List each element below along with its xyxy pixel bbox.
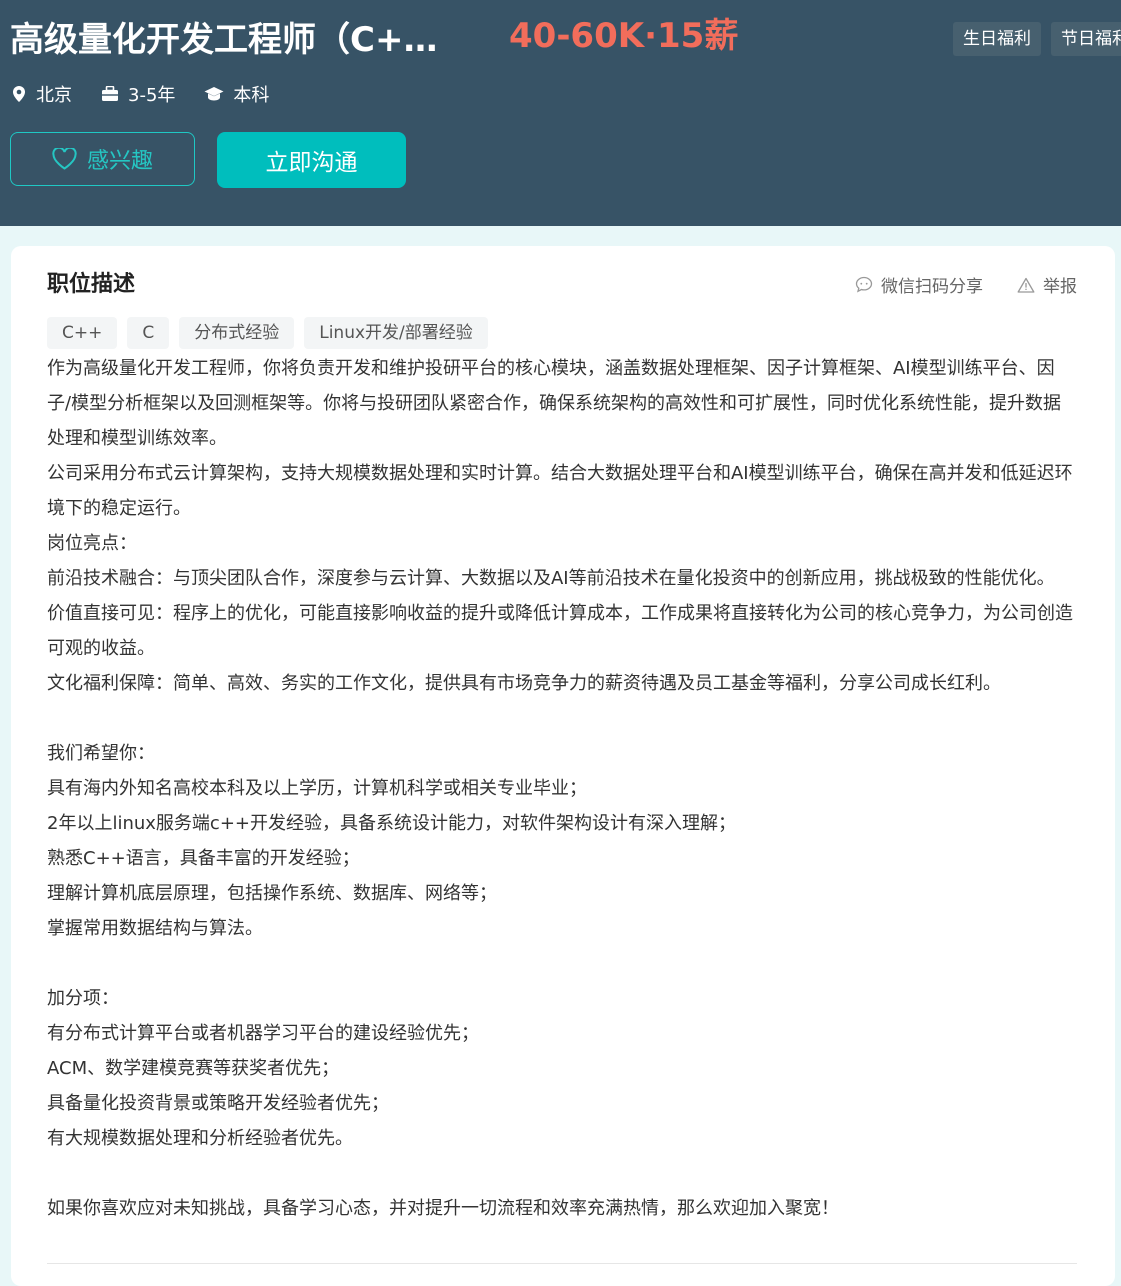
job-header: 高级量化开发工程师（C++方向） 40-60K·15薪 生日福利 节日福利 北京… <box>0 0 1121 226</box>
desc-paragraph: 掌握常用数据结构与算法。 <box>47 918 263 939</box>
card-actions: 微信扫码分享 举报 <box>855 272 1077 297</box>
meta-city-text: 北京 <box>36 85 72 106</box>
desc-paragraph: 公司采用分布式云计算架构，支持大规模数据处理和实时计算。结合大数据处理平台和AI… <box>47 463 1073 519</box>
desc-paragraph: 有大规模数据处理和分析经验者优先。 <box>47 1128 353 1149</box>
heart-icon <box>52 148 77 170</box>
skill-tag: C <box>127 317 170 349</box>
graduation-cap-icon <box>204 87 224 101</box>
job-title: 高级量化开发工程师（C++方向） <box>10 20 450 60</box>
skill-tag: 分布式经验 <box>179 317 295 349</box>
section-title: 职位描述 <box>47 272 136 297</box>
meta-experience: 3-5年 <box>101 81 175 107</box>
chat-now-button[interactable]: 立即沟通 <box>217 132 406 188</box>
meta-degree-text: 本科 <box>233 85 270 106</box>
desc-paragraph: 如果你喜欢应对未知挑战，具备学习心态，并对提升一切流程和效率充满热情，那么欢迎加… <box>47 1198 839 1219</box>
job-meta: 北京 3-5年 本科 <box>11 80 298 108</box>
salary: 40-60K·15薪 <box>509 16 739 56</box>
skill-tags: C++ C 分布式经验 Linux开发/部署经验 <box>47 317 488 349</box>
job-description-card: 职位描述 微信扫码分享 举报 C++ C 分布式经验 Linux开发/部署经验 … <box>11 246 1115 1286</box>
desc-paragraph: 有分布式计算平台或者机器学习平台的建设经验优先； <box>47 1023 479 1044</box>
job-description-text: 作为高级量化开发工程师，你将负责开发和维护投研平台的核心模块，涵盖数据处理框架、… <box>47 351 1077 1226</box>
welfare-tag: 节日福利 <box>1051 22 1121 56</box>
desc-paragraph: 我们希望你： <box>47 743 155 764</box>
location-pin-icon <box>13 86 25 102</box>
briefcase-icon <box>102 86 118 101</box>
desc-paragraph: 熟悉C++语言，具备丰富的开发经验； <box>47 848 360 869</box>
skill-tag: C++ <box>47 317 118 349</box>
wechat-share-label: 微信扫码分享 <box>881 277 983 297</box>
meta-degree: 本科 <box>204 81 269 107</box>
report-label: 举报 <box>1043 277 1077 297</box>
desc-paragraph: 作为高级量化开发工程师，你将负责开发和维护投研平台的核心模块，涵盖数据处理框架、… <box>47 358 1062 449</box>
desc-paragraph: 岗位亮点： <box>47 533 137 554</box>
interest-button-label: 感兴趣 <box>86 149 153 174</box>
report-link[interactable]: 举报 <box>1017 272 1077 297</box>
desc-paragraph: 价值直接可见：程序上的优化，可能直接影响收益的提升或降低计算成本，工作成果将直接… <box>47 603 1073 659</box>
desc-paragraph: 2年以上linux服务端c++开发经验，具备系统设计能力，对软件架构设计有深入理… <box>47 813 736 834</box>
desc-paragraph: 理解计算机底层原理，包括操作系统、数据库、网络等； <box>47 883 497 904</box>
welfare-tag: 生日福利 <box>953 22 1041 56</box>
chat-bubble-icon <box>855 276 873 293</box>
desc-paragraph: 具有海内外知名高校本科及以上学历，计算机科学或相关专业毕业； <box>47 778 587 799</box>
desc-blank-line <box>47 1156 1077 1191</box>
meta-experience-text: 3-5年 <box>128 85 176 106</box>
desc-blank-line <box>47 946 1077 981</box>
meta-city: 北京 <box>11 81 72 107</box>
desc-paragraph: 前沿技术融合：与顶尖团队合作，深度参与云计算、大数据以及AI等前沿技术在量化投资… <box>47 568 1055 589</box>
divider <box>47 1263 1077 1264</box>
desc-blank-line <box>47 701 1077 736</box>
desc-paragraph: 文化福利保障：简单、高效、务实的工作文化，提供具有市场竞争力的薪资待遇及员工基金… <box>47 673 1001 694</box>
warning-icon <box>1017 277 1035 293</box>
desc-paragraph: 加分项： <box>47 988 119 1009</box>
desc-paragraph: ACM、数学建模竞赛等获奖者优先； <box>47 1058 340 1079</box>
wechat-share-link[interactable]: 微信扫码分享 <box>855 272 983 297</box>
desc-paragraph: 具备量化投资背景或策略开发经验者优先； <box>47 1093 389 1114</box>
welfare-tags: 生日福利 节日福利 <box>953 22 1121 56</box>
interest-button[interactable]: 感兴趣 <box>10 132 195 186</box>
skill-tag: Linux开发/部署经验 <box>304 317 488 349</box>
